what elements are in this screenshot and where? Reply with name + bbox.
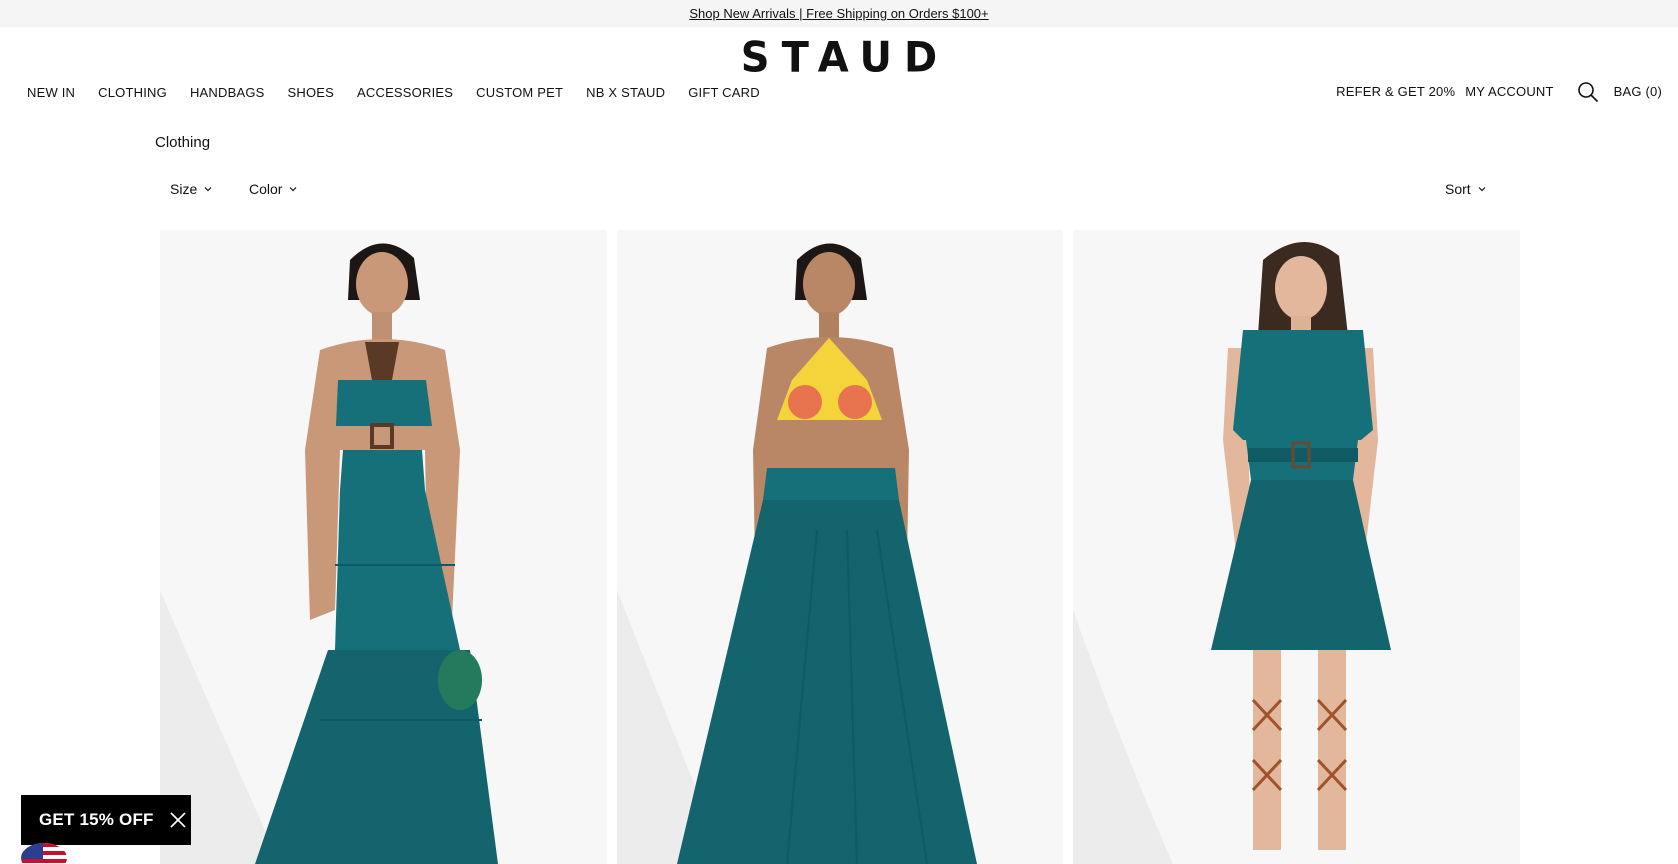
size-filter[interactable]: Size <box>170 181 212 197</box>
nav-new-in[interactable]: NEW IN <box>27 84 75 102</box>
nav-custom-pet[interactable]: CUSTOM PET <box>476 84 563 102</box>
product-image <box>160 230 607 864</box>
discount-popup[interactable]: GET 15% OFF <box>21 795 191 845</box>
my-account-link[interactable]: MY ACCOUNT <box>1465 83 1553 101</box>
main-nav: NEW IN CLOTHING HANDBAGS SHOES ACCESSORI… <box>27 84 760 102</box>
promo-link[interactable]: Shop New Arrivals | Free Shipping on Ord… <box>689 6 988 21</box>
search-icon[interactable] <box>1576 80 1600 104</box>
nav-handbags[interactable]: HANDBAGS <box>190 84 265 102</box>
product-image <box>617 230 1063 864</box>
close-icon[interactable] <box>169 811 187 829</box>
staud-logo[interactable]: STAUD <box>0 35 1678 81</box>
sort-dropdown[interactable]: Sort <box>1445 181 1486 197</box>
nav-gift-card[interactable]: GIFT CARD <box>688 84 760 102</box>
nav-nb-x-staud[interactable]: NB X STAUD <box>586 84 665 102</box>
chevron-down-icon <box>1478 187 1486 192</box>
product-card[interactable] <box>160 230 607 864</box>
chevron-down-icon <box>290 187 297 192</box>
discount-label: GET 15% OFF <box>39 810 154 829</box>
bag-link[interactable]: BAG (0) <box>1614 83 1662 101</box>
size-filter-label: Size <box>170 181 198 197</box>
chevron-down-icon <box>204 187 212 192</box>
utility-nav: REFER & GET 20% MY ACCOUNT BAG (0) <box>1326 80 1662 104</box>
nav-shoes[interactable]: SHOES <box>288 84 335 102</box>
product-image <box>1073 230 1520 864</box>
product-card[interactable] <box>617 230 1063 864</box>
page-title: Clothing <box>155 134 211 151</box>
refer-link[interactable]: REFER & GET 20% <box>1336 83 1455 101</box>
sort-label: Sort <box>1445 181 1471 197</box>
product-card[interactable] <box>1073 230 1520 864</box>
us-flag-icon[interactable] <box>21 843 67 864</box>
promo-bar: Shop New Arrivals | Free Shipping on Ord… <box>0 0 1678 27</box>
nav-accessories[interactable]: ACCESSORIES <box>357 84 453 102</box>
nav-clothing[interactable]: CLOTHING <box>98 84 167 102</box>
color-filter-label: Color <box>249 181 283 197</box>
color-filter[interactable]: Color <box>249 181 297 197</box>
